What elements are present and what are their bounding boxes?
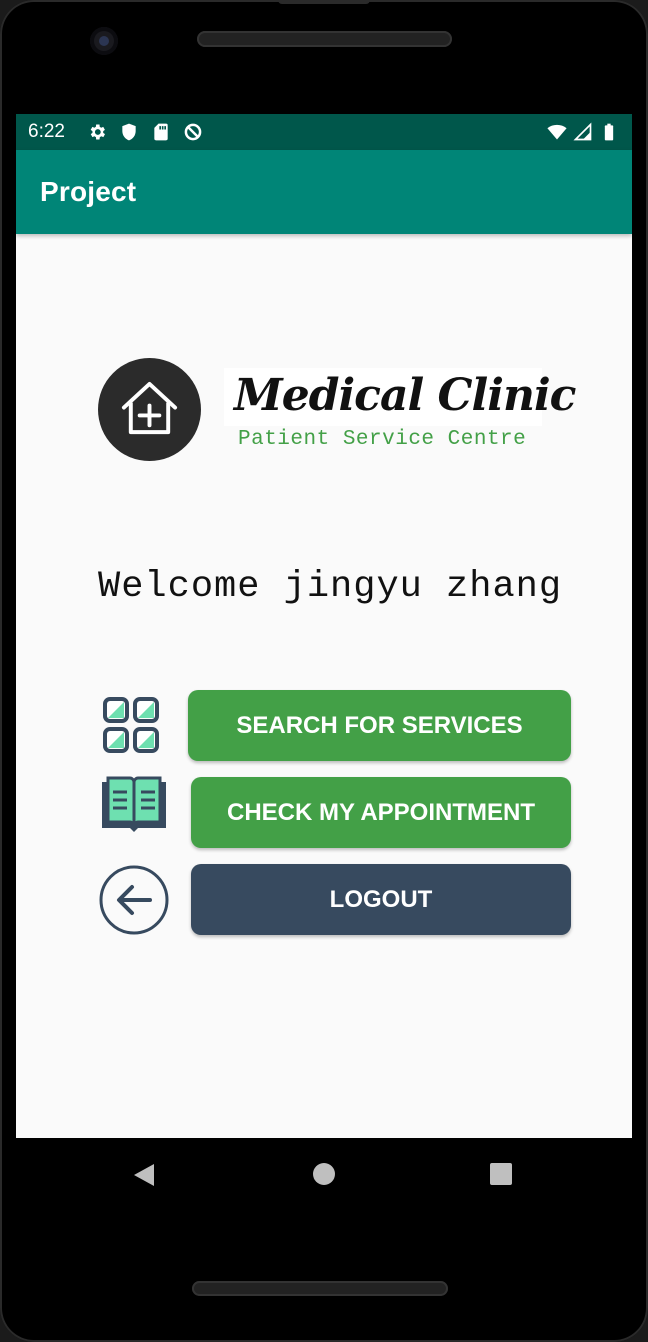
logout-button[interactable]: LOGOUT	[191, 864, 571, 935]
no-disturb-icon	[184, 123, 202, 141]
app-bar: Project	[16, 150, 632, 234]
clinic-logo-title-box: Medical Clinic	[224, 368, 576, 426]
grid-icon	[103, 697, 159, 753]
shield-icon	[122, 123, 136, 141]
back-arrow-circle-icon	[99, 865, 169, 935]
screen: 6:22 Project Medical Clinic Patient Serv…	[16, 114, 632, 1138]
clinic-logo-title: Medical Clinic	[234, 370, 576, 421]
back-triangle-icon[interactable]	[132, 1162, 156, 1188]
status-bar: 6:22	[16, 114, 632, 150]
wifi-icon	[547, 124, 567, 140]
welcome-text: Welcome jingyu zhang	[98, 566, 563, 608]
system-nav-bar	[0, 1138, 648, 1210]
top-notch	[278, 0, 370, 4]
clinic-house-plus-icon	[121, 381, 178, 435]
top-speaker	[197, 31, 452, 47]
search-services-button[interactable]: SEARCH FOR SERVICES	[188, 690, 571, 761]
home-circle-icon[interactable]	[313, 1163, 335, 1185]
sd-card-icon	[154, 123, 168, 141]
clinic-logo-subtitle: Patient Service Centre	[238, 428, 527, 451]
signal-icon	[573, 122, 592, 141]
check-appointment-button[interactable]: CHECK MY APPOINTMENT	[191, 777, 571, 848]
status-time: 6:22	[28, 121, 65, 142]
recents-square-icon[interactable]	[490, 1163, 512, 1185]
phone-frame: 6:22 Project Medical Clinic Patient Serv…	[0, 0, 648, 1342]
battery-icon	[604, 123, 614, 141]
front-camera	[90, 27, 118, 55]
clinic-logo	[98, 358, 201, 461]
gear-icon	[90, 124, 105, 140]
status-icons-right	[546, 122, 620, 142]
app-title: Project	[40, 176, 137, 207]
bottom-speaker	[192, 1281, 448, 1296]
book-icon	[102, 776, 166, 832]
status-icons-left	[86, 122, 204, 142]
